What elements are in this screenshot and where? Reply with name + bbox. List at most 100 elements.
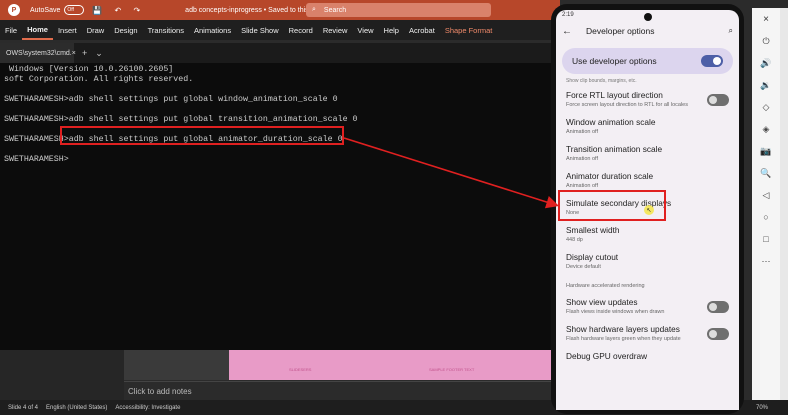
master-switch[interactable] [701, 55, 723, 67]
pref-summary: Animation off [566, 129, 599, 135]
section-header: Hardware accelerated rendering [566, 283, 645, 289]
pref-force-rtl[interactable]: Force RTL layout direction Force screen l… [556, 86, 739, 113]
volume-down-icon[interactable]: 🔉 [752, 74, 780, 96]
new-tab-button[interactable]: + [82, 48, 87, 58]
pref-show-view-updates[interactable]: Show view updates Flash views inside wind… [556, 293, 739, 320]
tab-acrobat[interactable]: Acrobat [404, 20, 440, 40]
pref-smallest-width[interactable]: Smallest width 448 dp [556, 221, 739, 248]
tab-view[interactable]: View [352, 20, 378, 40]
ppt-search-box[interactable]: ⌕ Search [306, 3, 491, 17]
terminal-output[interactable]: Windows [Version 10.0.26100.2605] soft C… [0, 63, 555, 350]
screen-root: P AutoSave Off 💾 ↶ ↷ adb concepts-inprog… [0, 0, 788, 415]
quick-access-toolbar[interactable]: 💾 ↶ ↷ [92, 6, 145, 15]
emulator-toolbar: × ⏻ 🔊 🔉 ◇ ◈ 📷 🔍 ◁ ○ □ ⋯ [752, 8, 780, 400]
zoom-level[interactable]: 70% [756, 405, 768, 411]
notes-pane[interactable]: Click to add notes [124, 381, 555, 400]
accessibility-status[interactable]: Accessibility: Investigate [115, 405, 180, 411]
search-icon[interactable]: ⌕ [729, 26, 733, 36]
pref-title: Display cutout [566, 252, 619, 262]
slide-thumbnail-pane[interactable] [0, 350, 124, 400]
power-icon[interactable]: ⏻ [752, 30, 780, 52]
pref-transition-animation-scale[interactable]: Transition animation scale Animation off [556, 140, 739, 167]
pref-title: Transition animation scale [566, 144, 663, 154]
tab-transitions[interactable]: Transitions [143, 20, 189, 40]
tab-design[interactable]: Design [109, 20, 142, 40]
more-icon[interactable]: ⋯ [752, 250, 780, 272]
annotation-highlight-command [60, 126, 344, 145]
tab-insert[interactable]: Insert [53, 20, 82, 40]
tab-help[interactable]: Help [379, 20, 404, 40]
pref-title: Show hardware layers updates [566, 324, 680, 334]
home-icon[interactable]: ○ [752, 206, 780, 228]
terminal-prompt: SWETHARAMESH> [4, 155, 69, 164]
tab-slide-show[interactable]: Slide Show [236, 20, 284, 40]
chevron-down-icon[interactable]: ⌄ [95, 48, 103, 59]
pref-title: Show view updates [566, 297, 638, 307]
back-icon[interactable]: ◁ [752, 184, 780, 206]
scrollbar[interactable] [780, 8, 788, 400]
terminal-tab-bar: OWS\system32\cmd. × + ⌄ [0, 43, 555, 63]
pref-summary: Device default [566, 264, 601, 270]
pref-summary: Flash views inside windows when drawn [566, 309, 665, 315]
slide-footer-right: SAMPLE FOOTER TEXT [429, 367, 475, 372]
tab-record[interactable]: Record [284, 20, 318, 40]
ribbon-tabs: File Home Insert Draw Design Transitions… [0, 20, 560, 40]
status-time: 2:19 [562, 12, 574, 18]
slide-canvas[interactable]: SLIDESERS SAMPLE FOOTER TEXT [229, 350, 555, 380]
pref-show-hardware-layers-updates[interactable]: Show hardware layers updates Flash hardwa… [556, 320, 739, 347]
zoom-icon[interactable]: 🔍 [752, 162, 780, 184]
use-developer-options-toggle[interactable]: Use developer options [562, 48, 733, 74]
pref-summary: Flash hardware layers green when they up… [566, 336, 681, 342]
slide-counter: Slide 4 of 4 [8, 404, 39, 411]
terminal-line: Windows [Version 10.0.26100.2605] [4, 65, 174, 74]
autosave-label: AutoSave [30, 6, 61, 14]
slide-footer-left: SLIDESERS [289, 367, 312, 372]
close-icon[interactable]: × [72, 50, 76, 57]
pref-summary: Force screen layout direction to RTL for… [566, 102, 688, 108]
pref-title: Animator duration scale [566, 171, 654, 181]
tab-review[interactable]: Review [318, 20, 353, 40]
tab-home[interactable]: Home [22, 20, 53, 40]
master-toggle-label: Use developer options [572, 56, 657, 66]
pref-switch[interactable] [707, 93, 729, 106]
pref-title: Window animation scale [566, 117, 656, 127]
search-icon: ⌕ [312, 6, 316, 13]
powerpoint-logo-icon: P [8, 4, 20, 16]
overview-icon[interactable]: □ [752, 228, 780, 250]
pref-window-animation-scale[interactable]: Window animation scale Animation off [556, 113, 739, 140]
tab-file[interactable]: File [0, 20, 22, 40]
autosave-toggle[interactable]: Off [64, 5, 85, 15]
pref-switch[interactable] [707, 327, 729, 340]
pref-summary: 448 dp [566, 237, 583, 243]
terminal-tab-title: OWS\system32\cmd. [6, 49, 72, 57]
rotate-left-icon[interactable]: ◇ [752, 96, 780, 118]
pref-title: Force RTL layout direction [566, 90, 663, 100]
mouse-cursor-icon: ↖ [644, 205, 654, 215]
camera-icon[interactable]: 📷 [752, 140, 780, 162]
tab-animations[interactable]: Animations [189, 20, 236, 40]
terminal-line: SWETHARAMESH>adb shell settings put glob… [4, 115, 358, 124]
tab-draw[interactable]: Draw [82, 20, 110, 40]
terminal-tab[interactable]: OWS\system32\cmd. × [0, 43, 76, 63]
rotate-right-icon[interactable]: ◈ [752, 118, 780, 140]
pref-summary: Animation off [566, 156, 599, 162]
search-placeholder: Search [323, 6, 347, 14]
pref-display-cutout[interactable]: Display cutout Device default [556, 248, 739, 275]
tab-shape-format[interactable]: Shape Format [440, 20, 498, 40]
close-icon[interactable]: × [752, 8, 780, 30]
pref-debug-gpu-overdraw[interactable]: Debug GPU overdraw [556, 347, 739, 366]
pref-summary: Animation off [566, 183, 599, 189]
page-title: Developer options [586, 26, 655, 36]
camera-cutout-icon [644, 13, 652, 21]
terminal-line: SWETHARAMESH>adb shell settings put glob… [4, 95, 338, 104]
language-indicator[interactable]: English (United States) [46, 405, 107, 411]
app-bar: ← Developer options ⌕ [556, 20, 739, 42]
pref-title: Debug GPU overdraw [566, 351, 648, 361]
back-arrow-icon[interactable]: ← [562, 26, 586, 37]
terminal-line: soft Corporation. All rights reserved. [4, 75, 194, 84]
volume-up-icon[interactable]: 🔊 [752, 52, 780, 74]
pref-switch[interactable] [707, 300, 729, 313]
